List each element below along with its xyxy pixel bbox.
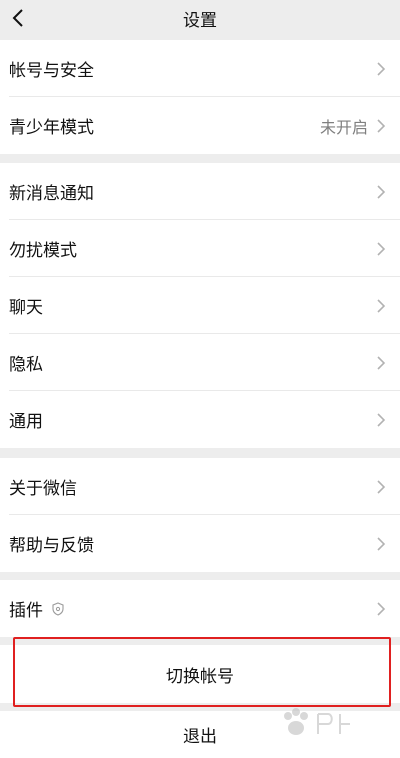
settings-group-about: 关于微信 帮助与反馈	[0, 458, 400, 572]
shield-icon	[52, 601, 64, 616]
chevron-right-icon	[377, 536, 386, 551]
settings-item-general[interactable]: 通用	[0, 391, 400, 448]
settings-item-label: 关于微信	[9, 479, 77, 499]
switch-account-button[interactable]: 切换帐号	[0, 645, 400, 703]
settings-item-label: 新消息通知	[9, 184, 94, 204]
settings-group-account: 帐号与安全 青少年模式 未开启	[0, 40, 400, 154]
chevron-right-icon	[377, 601, 386, 616]
settings-item-label: 青少年模式	[9, 118, 94, 138]
settings-item-account-security[interactable]: 帐号与安全	[0, 40, 400, 97]
settings-item-label: 插件	[9, 601, 43, 621]
settings-group-general: 新消息通知 勿扰模式 聊天 隐私 通用	[0, 163, 400, 448]
settings-item-label: 通用	[9, 412, 43, 432]
settings-item-label: 隐私	[9, 355, 43, 375]
chevron-right-icon	[377, 184, 386, 199]
settings-item-teen-mode[interactable]: 青少年模式 未开启	[0, 97, 400, 154]
settings-item-notifications[interactable]: 新消息通知	[0, 163, 400, 220]
baidu-watermark-logo	[284, 708, 350, 735]
settings-item-label: 聊天	[9, 298, 43, 318]
chevron-right-icon	[377, 298, 386, 313]
chevron-right-icon	[377, 355, 386, 370]
settings-group-plugins: 插件	[0, 580, 400, 637]
teen-mode-status: 未开启	[319, 117, 368, 137]
chevron-right-icon	[377, 118, 386, 133]
switch-account-label: 切换帐号	[166, 666, 234, 687]
settings-item-label: 帐号与安全	[9, 61, 94, 81]
page-title: 设置	[183, 11, 217, 31]
chevron-right-icon	[377, 479, 386, 494]
settings-item-help-feedback[interactable]: 帮助与反馈	[0, 515, 400, 572]
settings-item-do-not-disturb[interactable]: 勿扰模式	[0, 220, 400, 277]
logout-label: 退出	[183, 727, 217, 747]
navigation-bar: 设置	[0, 0, 400, 36]
settings-item-plugins[interactable]: 插件	[0, 580, 400, 637]
settings-item-about-wechat[interactable]: 关于微信	[0, 458, 400, 515]
settings-item-label: 勿扰模式	[9, 241, 77, 261]
settings-item-privacy[interactable]: 隐私	[0, 334, 400, 391]
chevron-right-icon	[377, 61, 386, 76]
settings-item-label: 帮助与反馈	[9, 536, 94, 556]
settings-item-chat[interactable]: 聊天	[0, 277, 400, 334]
chevron-right-icon	[377, 412, 386, 427]
chevron-right-icon	[377, 241, 386, 256]
